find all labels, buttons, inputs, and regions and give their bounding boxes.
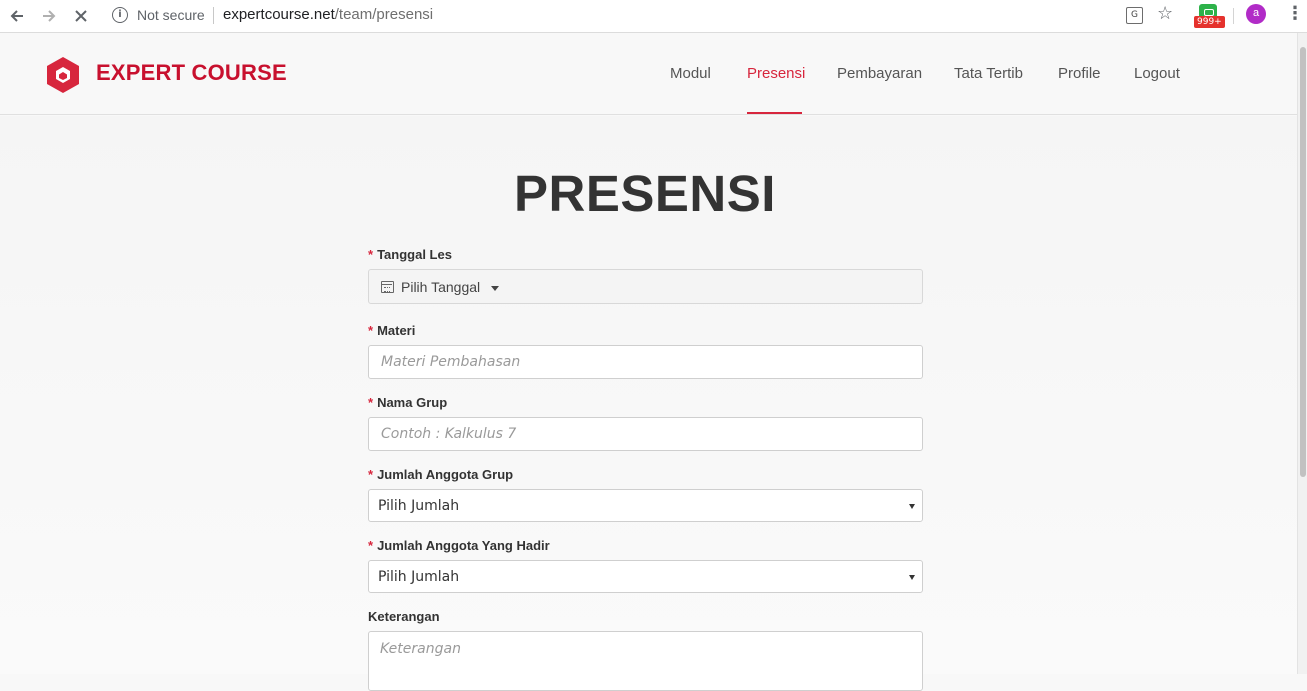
url-separator <box>213 7 214 24</box>
stop-loading-icon[interactable] <box>70 5 92 27</box>
browser-toolbar: i Not secure expertcourse.net/team/prese… <box>0 0 1307 33</box>
extension-badge: 999+ <box>1194 16 1225 28</box>
security-label[interactable]: Not secure <box>137 7 205 23</box>
jumlah-hadir-label-text: Jumlah Anggota Yang Hadir <box>377 538 550 553</box>
page-title: PRESENSI <box>514 165 776 222</box>
date-picker[interactable]: Pilih Tanggal <box>368 269 923 304</box>
tanggal-label: * Tanggal Les <box>368 247 452 262</box>
toolbar-separator <box>1233 8 1234 24</box>
required-mark: * <box>368 323 374 338</box>
keterangan-textarea[interactable] <box>368 631 923 691</box>
required-mark: * <box>368 467 374 482</box>
site-info-icon[interactable]: i <box>112 7 128 23</box>
calendar-icon <box>381 281 394 293</box>
back-arrow-icon[interactable] <box>6 5 28 27</box>
caret-down-icon <box>491 286 499 291</box>
main-content: PRESENSI * Tanggal Les Pilih Tanggal * Mat… <box>0 116 1297 691</box>
select-value: Pilih Jumlah <box>378 498 460 514</box>
scrollbar-thumb[interactable] <box>1300 47 1306 477</box>
date-picker-value: Pilih Tanggal <box>401 279 481 295</box>
select-value: Pilih Jumlah <box>378 569 460 585</box>
keterangan-label: Keterangan <box>368 609 440 624</box>
required-mark: * <box>368 395 374 410</box>
nama-grup-label-text: Nama Grup <box>377 395 448 410</box>
nav-pembayaran[interactable]: Pembayaran <box>837 65 922 82</box>
select-arrow-icon <box>909 575 915 580</box>
url-domain: expertcourse.net <box>223 6 335 23</box>
nama-grup-label: * Nama Grup <box>368 395 447 410</box>
nav-presensi[interactable]: Presensi <box>747 65 805 82</box>
forward-arrow-icon[interactable] <box>38 5 60 27</box>
bookmark-star-icon[interactable]: ☆ <box>1157 3 1173 24</box>
browser-menu-icon[interactable]: ⋮ <box>1286 3 1304 24</box>
logo-icon[interactable] <box>46 56 80 94</box>
nav-profile[interactable]: Profile <box>1058 65 1101 82</box>
nav-tata-tertib[interactable]: Tata Tertib <box>954 65 1023 82</box>
tanggal-label-text: Tanggal Les <box>377 247 452 262</box>
nav-logout[interactable]: Logout <box>1134 65 1180 82</box>
site-header: EXPERT COURSE Modul Presensi Pembayaran … <box>0 33 1297 115</box>
brand-name[interactable]: EXPERT COURSE <box>96 60 287 86</box>
required-mark: * <box>368 247 374 262</box>
jumlah-anggota-label-text: Jumlah Anggota Grup <box>377 467 514 482</box>
jumlah-anggota-select[interactable]: Pilih Jumlah <box>368 489 923 522</box>
page-scrollbar[interactable] <box>1297 33 1307 674</box>
jumlah-hadir-select[interactable]: Pilih Jumlah <box>368 560 923 593</box>
profile-avatar[interactable]: a <box>1246 4 1266 24</box>
nama-grup-input[interactable] <box>368 417 923 451</box>
materi-input[interactable] <box>368 345 923 379</box>
url-path: /team/presensi <box>334 6 434 23</box>
nav-modul[interactable]: Modul <box>670 65 711 82</box>
select-arrow-icon <box>909 504 915 509</box>
jumlah-anggota-label: * Jumlah Anggota Grup <box>368 467 513 482</box>
materi-label: * Materi <box>368 323 415 338</box>
required-mark: * <box>368 538 374 553</box>
address-bar-url[interactable]: expertcourse.net/team/presensi <box>223 6 433 23</box>
jumlah-hadir-label: * Jumlah Anggota Yang Hadir <box>368 538 550 553</box>
translate-icon[interactable]: G <box>1126 7 1143 24</box>
materi-label-text: Materi <box>377 323 416 338</box>
active-nav-indicator <box>747 112 802 114</box>
